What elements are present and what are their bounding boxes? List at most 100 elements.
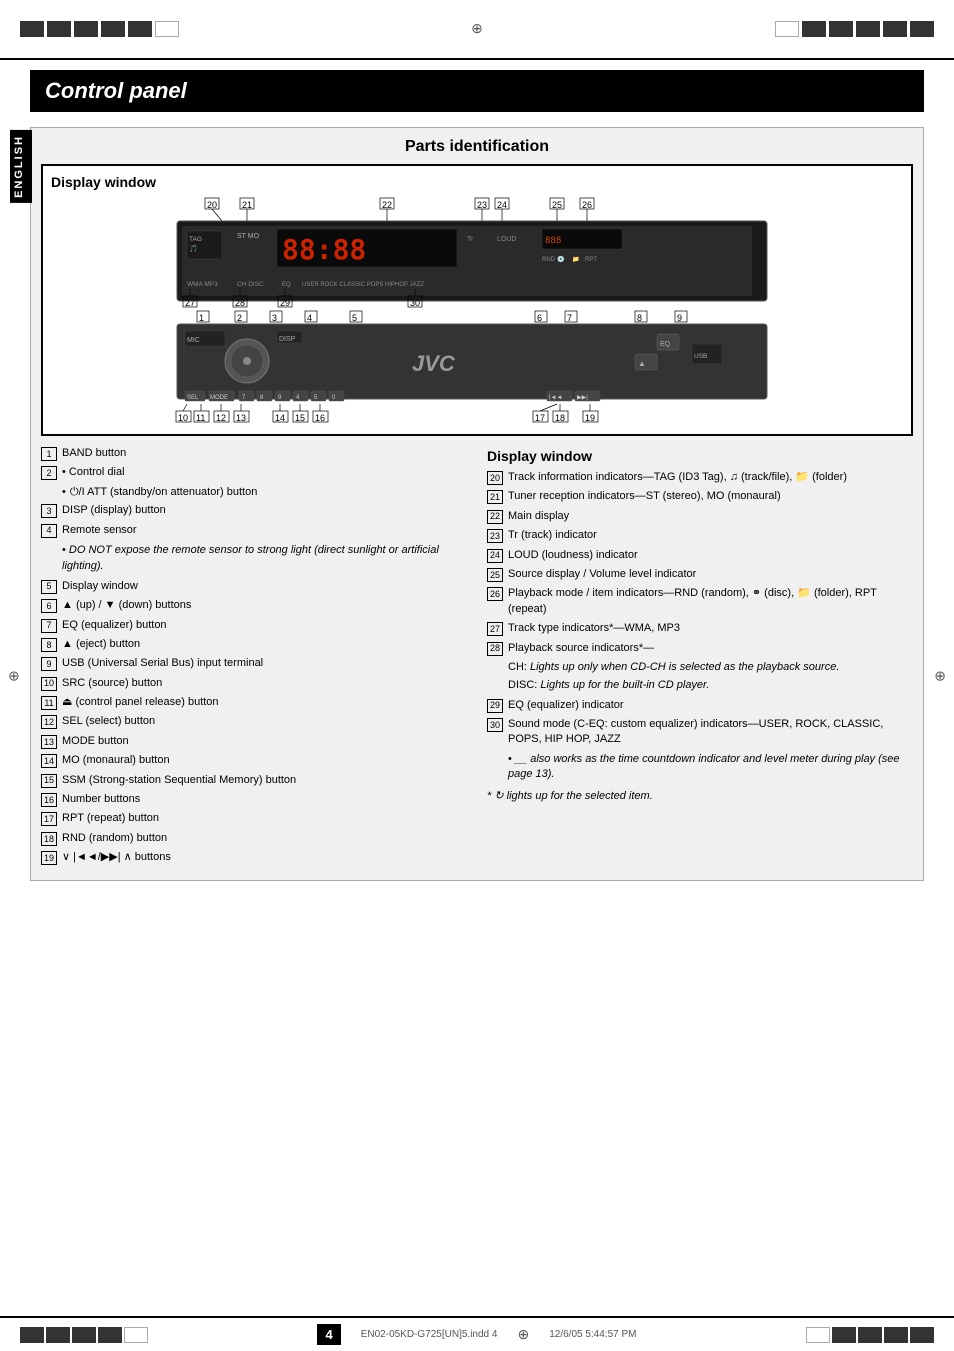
item-number-24: 24 — [487, 549, 503, 563]
bottom-block-l2 — [46, 1327, 70, 1343]
item-number-4: 4 — [41, 524, 57, 538]
main-content: Control panel Parts identification Displ… — [0, 60, 954, 916]
svg-text:23: 23 — [477, 200, 487, 210]
item-number-21: 21 — [487, 490, 503, 504]
item-number-11: 11 — [41, 696, 57, 710]
svg-text:15: 15 — [295, 413, 305, 423]
svg-text:RND: RND — [542, 257, 556, 263]
bottom-bar: 4 EN02-05KD-G725[UN]5.indd 4 ⊕ 12/6/05 5… — [0, 1316, 954, 1351]
item-number-12: 12 — [41, 715, 57, 729]
desc-item-11: 11 ⏏ (control panel release) button — [41, 695, 467, 710]
page-number: 4 — [317, 1324, 340, 1345]
top-block-4 — [101, 21, 125, 37]
svg-text:5: 5 — [352, 313, 357, 323]
item-number-23: 23 — [487, 529, 503, 543]
item-text-20: Track information indicators—TAG (ID3 Ta… — [508, 470, 847, 485]
top-block-3 — [74, 21, 98, 37]
item-text-25: Source display / Volume level indicator — [508, 567, 696, 582]
item-number-6: 6 — [41, 599, 57, 613]
svg-text:RPT: RPT — [585, 257, 597, 263]
desc-item-15: 15 SSM (Strong-station Sequential Memory… — [41, 773, 467, 788]
svg-text:26: 26 — [582, 200, 592, 210]
desc-item-16: 16 Number buttons — [41, 792, 467, 807]
item-number-8: 8 — [41, 638, 57, 652]
svg-text:WMA MP3: WMA MP3 — [187, 281, 218, 288]
desc-item-6: 6 ▲ (up) / ▼ (down) buttons — [41, 598, 467, 613]
item-text-27: Track type indicators*—WMA, MP3 — [508, 621, 680, 636]
desc-item-4: 4 Remote sensor — [41, 523, 467, 538]
item-text-14: MO (monaural) button — [62, 753, 170, 768]
item-number-13: 13 — [41, 735, 57, 749]
bottom-block-r-gap — [806, 1327, 830, 1343]
top-block-5 — [128, 21, 152, 37]
top-block-r5 — [910, 21, 934, 37]
svg-text:14: 14 — [275, 413, 285, 423]
desc-item-30-note: • __ also works as the time countdown in… — [508, 752, 913, 783]
display-window-label: Display window — [51, 174, 903, 190]
svg-text:27: 27 — [185, 298, 195, 308]
parts-identification-title: Parts identification — [41, 138, 913, 156]
top-block-r2 — [829, 21, 853, 37]
bottom-blocks-right — [806, 1327, 934, 1343]
panel-diagram-container: 20 21 22 23 24 25 26 — [51, 196, 903, 426]
item-text-8: ▲ (eject) button — [62, 637, 140, 652]
panel-diagram-svg: 20 21 22 23 24 25 26 — [167, 196, 787, 426]
svg-text:9: 9 — [677, 313, 682, 323]
top-block-r1 — [802, 21, 826, 37]
svg-text:16: 16 — [315, 413, 325, 423]
svg-text:Tr: Tr — [467, 236, 474, 243]
language-label: ENGLISH — [13, 135, 25, 198]
item-text-30: Sound mode (C-EQ: custom equalizer) indi… — [508, 717, 913, 748]
bottom-block-r1 — [832, 1327, 856, 1343]
top-block-gap-right — [775, 21, 799, 37]
item-text-17: RPT (repeat) button — [62, 811, 159, 826]
item-text-9: USB (Universal Serial Bus) input termina… — [62, 656, 263, 671]
item-text-22: Main display — [508, 509, 569, 524]
svg-text:10: 10 — [178, 413, 188, 423]
svg-text:28: 28 — [235, 298, 245, 308]
reg-mark-right-icon: ⊕ — [934, 667, 946, 683]
item-text-2: • Control dial — [62, 465, 125, 480]
item-text-2a: ⏻/I ATT (standby/on attenuator) button — [70, 485, 257, 500]
language-sidebar: ENGLISH — [10, 130, 32, 203]
item-number-5: 5 — [41, 580, 57, 594]
desc-item-14: 14 MO (monaural) button — [41, 753, 467, 768]
svg-text:12: 12 — [216, 413, 226, 423]
svg-text:▲: ▲ — [638, 359, 646, 368]
footnote: * ↻ lights up for the selected item. — [487, 789, 913, 802]
item-text-28: Playback source indicators*— — [508, 641, 654, 656]
svg-text:ST MO: ST MO — [237, 233, 260, 240]
svg-text:7: 7 — [567, 313, 572, 323]
item-number-15: 15 — [41, 774, 57, 788]
desc-item-4-note: • DO NOT expose the remote sensor to str… — [62, 542, 467, 575]
svg-text:88:88: 88:88 — [282, 233, 366, 266]
desc-item-22: 22 Main display — [487, 509, 913, 524]
bottom-center: 4 EN02-05KD-G725[UN]5.indd 4 ⊕ 12/6/05 5… — [317, 1324, 636, 1345]
desc-item-19: 19 ∨ |◄◄/▶▶| ∧ buttons — [41, 850, 467, 865]
item-text-13: MODE button — [62, 734, 129, 749]
item-text-11: ⏏ (control panel release) button — [62, 695, 219, 710]
item-number-29: 29 — [487, 699, 503, 713]
desc-item-21: 21 Tuner reception indicators—ST (stereo… — [487, 489, 913, 504]
desc-item-5: 5 Display window — [41, 579, 467, 594]
bottom-block-r3 — [884, 1327, 908, 1343]
item-number-27: 27 — [487, 622, 503, 636]
item-text-21: Tuner reception indicators—ST (stereo), … — [508, 489, 781, 504]
svg-text:MIC: MIC — [187, 337, 200, 344]
desc-item-3: 3 DISP (display) button — [41, 503, 467, 518]
top-bar-right-blocks — [775, 21, 934, 37]
svg-text:4: 4 — [307, 313, 312, 323]
svg-text:📁: 📁 — [572, 256, 579, 263]
item-text-29: EQ (equalizer) indicator — [508, 698, 624, 713]
title-section: Control panel — [30, 70, 924, 112]
svg-text:17: 17 — [535, 413, 545, 423]
desc-item-28-disc: DISC: Lights up for the built-in CD play… — [508, 678, 913, 693]
item-number-28: 28 — [487, 642, 503, 656]
item-text-5: Display window — [62, 579, 138, 594]
item-text-15: SSM (Strong-station Sequential Memory) b… — [62, 773, 296, 788]
svg-text:25: 25 — [552, 200, 562, 210]
desc-item-18: 18 RND (random) button — [41, 831, 467, 846]
desc-item-7: 7 EQ (equalizer) button — [41, 618, 467, 633]
svg-text:DISP: DISP — [279, 336, 296, 343]
svg-text:3: 3 — [272, 313, 277, 323]
